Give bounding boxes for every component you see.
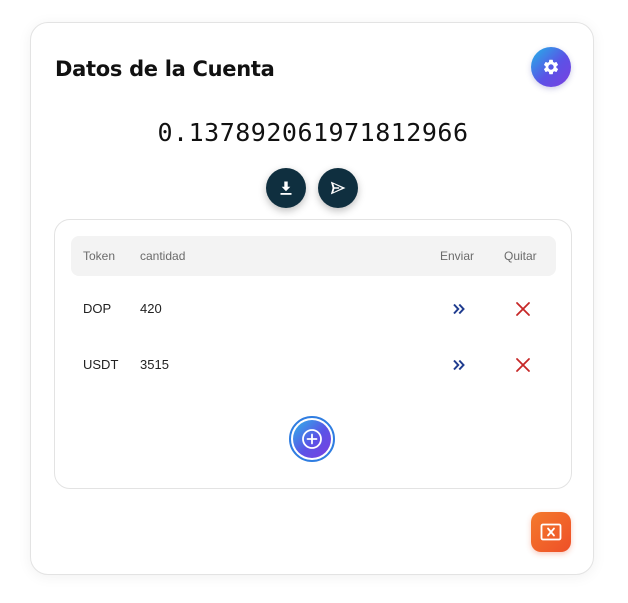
table-row: USDT 3515 [71,345,556,385]
send-button[interactable] [318,168,358,208]
download-icon [278,180,294,196]
receive-button[interactable] [266,168,306,208]
gear-icon [542,58,560,76]
token-table-card: Token cantidad Enviar Quitar DOP 420 USD… [54,219,572,489]
token-symbol: DOP [83,301,112,316]
send-icon [329,179,347,197]
close-window-icon [540,523,562,541]
page-title: Datos de la Cuenta [55,57,275,81]
token-amount: 3515 [140,357,169,372]
double-chevron-right-icon [451,301,467,317]
close-icon [515,301,531,317]
table-row: DOP 420 [71,289,556,329]
close-account-button[interactable] [531,512,571,552]
send-token-button[interactable] [449,299,469,319]
balance-value: 0.137892061971812966 [157,118,469,147]
column-header-enviar: Enviar [440,249,475,263]
add-token-button[interactable] [289,416,335,462]
column-header-token: Token [83,249,116,263]
token-amount: 420 [140,301,162,316]
settings-button[interactable] [531,47,571,87]
remove-token-button[interactable] [513,355,533,375]
close-icon [515,357,531,373]
column-header-cantidad: cantidad [140,249,186,263]
send-token-button[interactable] [449,355,469,375]
double-chevron-right-icon [451,357,467,373]
remove-token-button[interactable] [513,299,533,319]
plus-circle-icon [301,428,323,450]
account-card: Datos de la Cuenta 0.137892061971812966 … [30,22,594,575]
column-header-quitar: Quitar [504,249,537,263]
token-symbol: USDT [83,357,119,372]
table-header: Token cantidad Enviar Quitar [71,236,556,276]
